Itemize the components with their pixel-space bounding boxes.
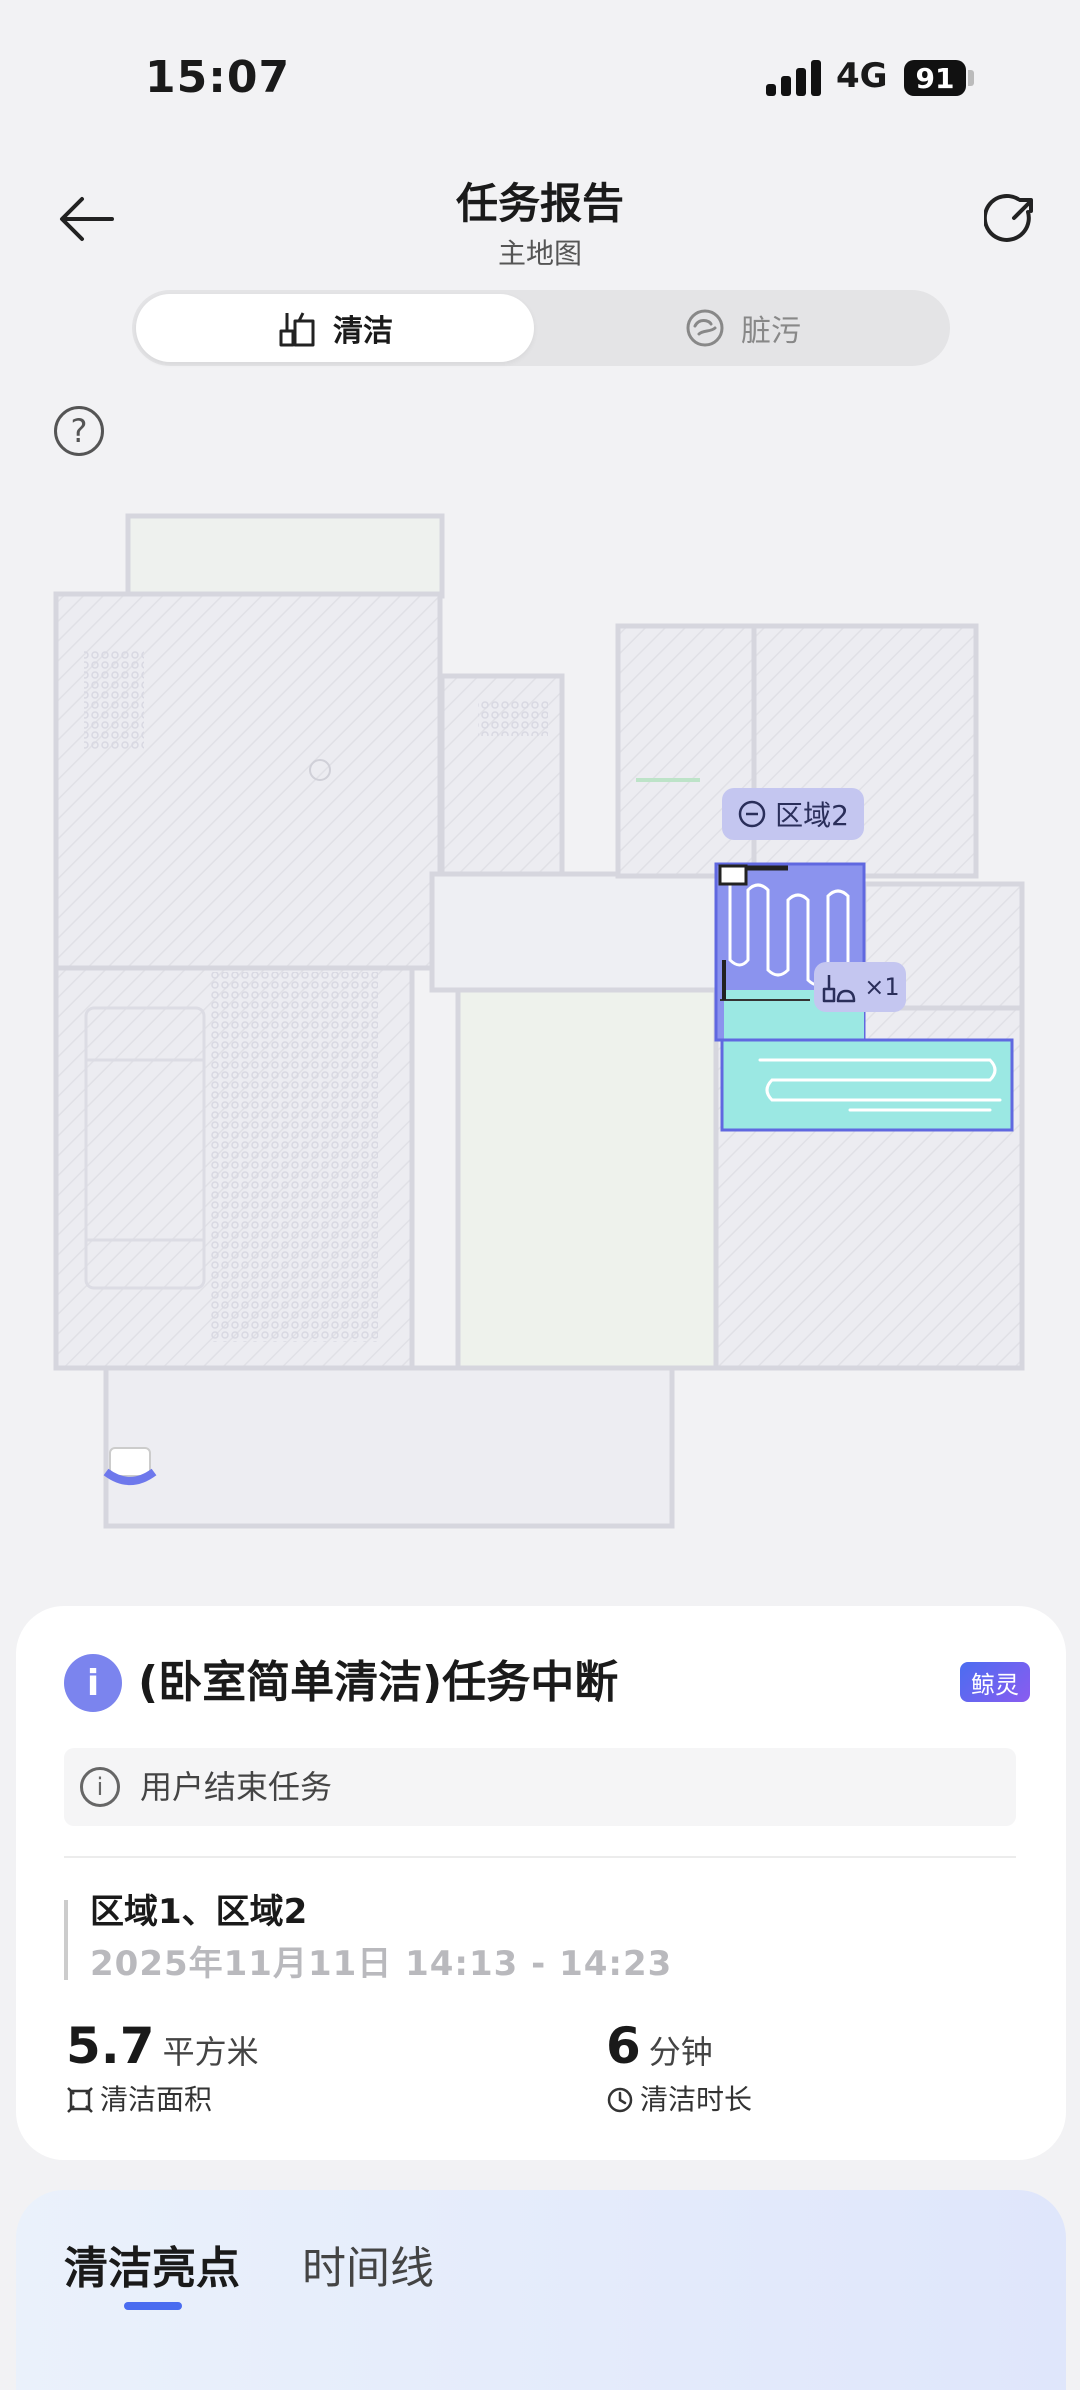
time-range: 2025年11月11日 14:13 - 14:23 xyxy=(90,1944,673,1984)
minus-circle-icon xyxy=(738,800,766,828)
duration-value: 6 xyxy=(606,2017,641,2075)
clean-count-badge: ×1 xyxy=(814,962,906,1012)
duration-label-row: 清洁时长 xyxy=(606,2082,752,2118)
cleaned-areas: 区域1、区域2 xyxy=(90,1892,308,1932)
duration-unit: 分钟 xyxy=(648,2033,713,2071)
duration-label: 清洁时长 xyxy=(640,2083,753,2116)
tab-dirt-label: 脏污 xyxy=(741,314,801,349)
floor-map xyxy=(53,513,1025,1529)
help-icon[interactable]: ? xyxy=(54,406,104,456)
area-unit: 平方米 xyxy=(162,2033,259,2071)
tab-highlights[interactable]: 清洁亮点 xyxy=(64,2232,240,2296)
page-subtitle: 主地图 xyxy=(497,237,582,270)
clean-count-text: ×1 xyxy=(864,973,900,1001)
duration-value-row: 6 分钟 xyxy=(606,2016,752,2082)
area-label-row: 清洁面积 xyxy=(66,2082,259,2118)
tab-dirt[interactable]: 脏污 xyxy=(540,294,946,362)
brand-badge: 鲸灵 xyxy=(960,1662,1030,1702)
dirt-icon xyxy=(686,309,724,347)
area-value-row: 5.7 平方米 xyxy=(66,2016,259,2082)
zone-label-text: 区域2 xyxy=(775,799,849,832)
signal-icon xyxy=(766,60,822,96)
zone-2-label[interactable]: 区域2 xyxy=(722,788,864,840)
area-value: 5.7 xyxy=(66,2017,155,2075)
tab-clean-label: 清洁 xyxy=(333,314,393,349)
task-title: (卧室简单清洁)任务中断 xyxy=(138,1657,619,1708)
broom-icon xyxy=(279,312,315,347)
info-outline-icon: i xyxy=(80,1767,120,1807)
status-time: 15:07 xyxy=(145,52,291,103)
active-tab-indicator xyxy=(124,2302,182,2310)
accent-bar xyxy=(64,1900,68,1980)
reason-text: 用户结束任务 xyxy=(140,1768,333,1806)
broom-icon xyxy=(823,975,856,1003)
tab-timeline[interactable]: 时间线 xyxy=(302,2232,434,2296)
duration-stat: 6 分钟 清洁时长 xyxy=(606,2016,752,2118)
divider xyxy=(64,1856,1016,1858)
area-icon xyxy=(67,2087,93,2113)
battery-icon: 91 xyxy=(904,60,966,96)
clock-icon xyxy=(607,2087,633,2113)
tab-clean[interactable]: 清洁 xyxy=(136,294,534,362)
share-icon[interactable] xyxy=(984,192,1040,248)
battery-nub xyxy=(968,70,974,86)
area-stat: 5.7 平方米 清洁面积 xyxy=(66,2016,259,2118)
page-title: 任务报告 xyxy=(455,179,624,228)
network-type: 4G xyxy=(836,56,888,96)
area-label: 清洁面积 xyxy=(100,2083,213,2116)
info-icon: i xyxy=(64,1654,122,1712)
